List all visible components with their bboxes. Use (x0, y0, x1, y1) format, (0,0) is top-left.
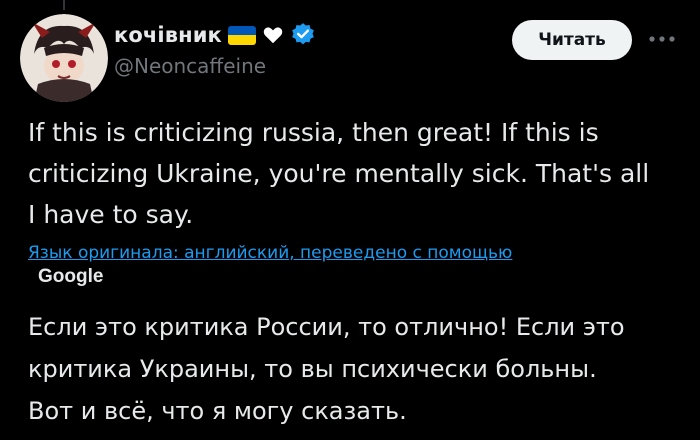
user-handle[interactable]: @Neoncaffeine (114, 54, 316, 78)
translation-note-link[interactable]: Язык оригинала: английский, переведено с… (28, 243, 512, 263)
read-button[interactable]: Читать (512, 20, 632, 60)
display-name[interactable]: кочівник (114, 23, 222, 47)
tweet-header: кочівник @Neoncaffeine (114, 20, 316, 78)
avatar[interactable] (20, 14, 108, 102)
heart-icon (262, 24, 284, 46)
ukraine-flag-icon (227, 25, 256, 45)
name-row: кочівник (114, 20, 316, 50)
thread-line (63, 0, 65, 10)
verified-badge-icon[interactable] (290, 22, 316, 48)
translated-text: Если это критика России, то отлично! Есл… (28, 313, 625, 425)
tweet-text: If this is criticizing russia, then grea… (28, 118, 650, 229)
more-icon[interactable] (644, 24, 680, 54)
google-logo: Google (38, 266, 104, 287)
tweet-card: кочівник @Neoncaffeine Читать If this is… (0, 0, 700, 440)
